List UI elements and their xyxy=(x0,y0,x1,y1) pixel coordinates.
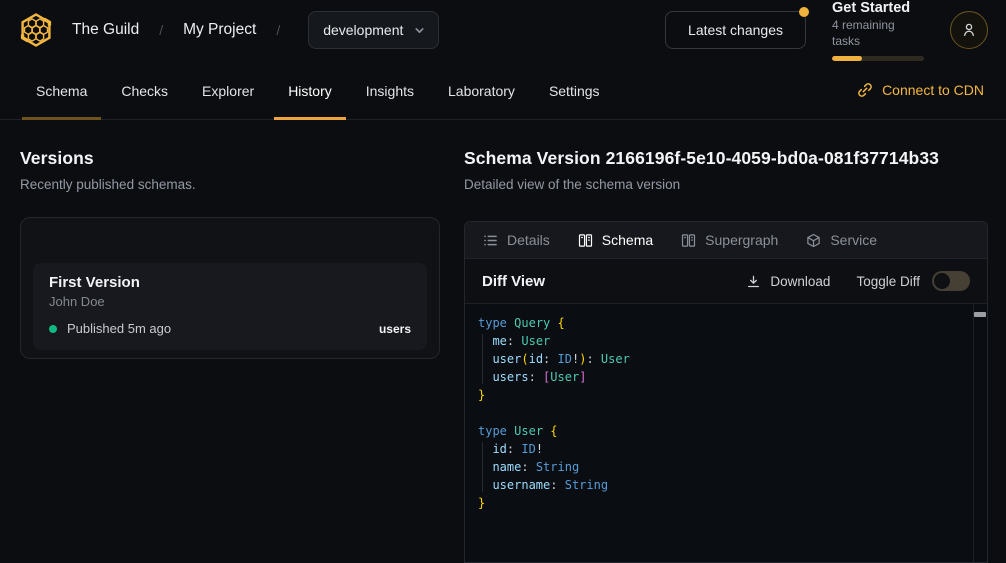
version-author: John Doe xyxy=(49,294,411,309)
versions-title: Versions xyxy=(20,148,440,169)
nav-tab-explorer[interactable]: Explorer xyxy=(188,60,268,119)
nav-tab-schema[interactable]: Schema xyxy=(22,60,101,119)
get-started-subtitle: 4 remaining tasks xyxy=(832,17,924,49)
version-name: First Version xyxy=(49,274,411,291)
latest-changes-label: Latest changes xyxy=(688,22,783,38)
latest-changes-button[interactable]: Latest changes xyxy=(665,11,806,49)
version-list-item[interactable]: First Version John Doe Published 5m ago … xyxy=(33,263,427,350)
indent-guide xyxy=(482,442,483,492)
main-nav: Schema Checks Explorer History Insights … xyxy=(0,60,1006,120)
connect-to-cdn-label: Connect to CDN xyxy=(882,82,984,98)
detail-tab-service[interactable]: Service xyxy=(806,232,877,248)
detail-tab-schema[interactable]: Schema xyxy=(578,232,653,248)
detail-tab-details[interactable]: Details xyxy=(483,232,550,248)
target-selector-value: development xyxy=(323,22,403,38)
version-detail-box: Details Schema Supergraph xyxy=(464,221,988,563)
download-button[interactable]: Download xyxy=(746,274,830,289)
hive-logo-icon[interactable] xyxy=(16,10,56,50)
editor-scrollbar-thumb[interactable] xyxy=(974,312,986,317)
breadcrumb-separator: / xyxy=(155,22,167,38)
user-avatar-button[interactable] xyxy=(950,11,988,49)
get-started-widget[interactable]: Get Started 4 remaining tasks xyxy=(832,0,924,61)
list-icon xyxy=(483,233,498,248)
version-service-badge: users xyxy=(379,322,411,336)
breadcrumb-project[interactable]: My Project xyxy=(183,21,256,39)
link-icon xyxy=(857,82,873,98)
versions-panel: Versions Recently published schemas. Fir… xyxy=(20,148,440,563)
published-status-dot xyxy=(49,325,57,333)
code-lines: type Query { me: User user(id: ID!): Use… xyxy=(478,314,961,512)
detail-tab-supergraph[interactable]: Supergraph xyxy=(681,232,778,248)
download-icon xyxy=(746,274,761,289)
switch-knob xyxy=(934,273,950,289)
connect-to-cdn-button[interactable]: Connect to CDN xyxy=(857,60,984,119)
cube-icon xyxy=(806,233,821,248)
nav-tab-settings[interactable]: Settings xyxy=(535,60,614,119)
version-detail-panel: Schema Version 2166196f-5e10-4059-bd0a-0… xyxy=(464,148,988,563)
nav-tab-laboratory[interactable]: Laboratory xyxy=(434,60,529,119)
toggle-diff-switch[interactable] xyxy=(932,271,970,291)
indent-guide xyxy=(482,334,483,384)
version-status: Published 5m ago xyxy=(67,321,171,336)
diff-view-toolbar: Diff View Download Toggle Diff xyxy=(465,259,987,304)
get-started-title: Get Started xyxy=(832,0,924,17)
versions-card: First Version John Doe Published 5m ago … xyxy=(20,217,440,359)
columns-icon xyxy=(681,233,696,248)
editor-scrollbar-track xyxy=(973,304,974,562)
version-detail-subtitle: Detailed view of the schema version xyxy=(464,177,988,192)
nav-tab-insights[interactable]: Insights xyxy=(352,60,428,119)
nav-tab-history[interactable]: History xyxy=(274,60,346,119)
versions-subtitle: Recently published schemas. xyxy=(20,177,440,192)
chevron-down-icon xyxy=(413,24,426,37)
diff-view-title: Diff View xyxy=(482,273,545,290)
target-selector[interactable]: development xyxy=(308,11,439,49)
version-detail-title: Schema Version 2166196f-5e10-4059-bd0a-0… xyxy=(464,148,988,169)
main-content: Versions Recently published schemas. Fir… xyxy=(0,120,1006,563)
detail-tabs: Details Schema Supergraph xyxy=(465,222,987,259)
breadcrumb-org[interactable]: The Guild xyxy=(72,21,139,39)
schema-code-editor[interactable]: type Query { me: User user(id: ID!): Use… xyxy=(465,304,987,562)
columns-icon xyxy=(578,233,593,248)
notification-dot xyxy=(799,7,809,17)
breadcrumb-separator: / xyxy=(272,22,284,38)
app-header: The Guild / My Project / development Lat… xyxy=(0,0,1006,60)
person-icon xyxy=(960,21,978,39)
toggle-diff-label: Toggle Diff xyxy=(856,274,920,289)
nav-tab-checks[interactable]: Checks xyxy=(107,60,182,119)
